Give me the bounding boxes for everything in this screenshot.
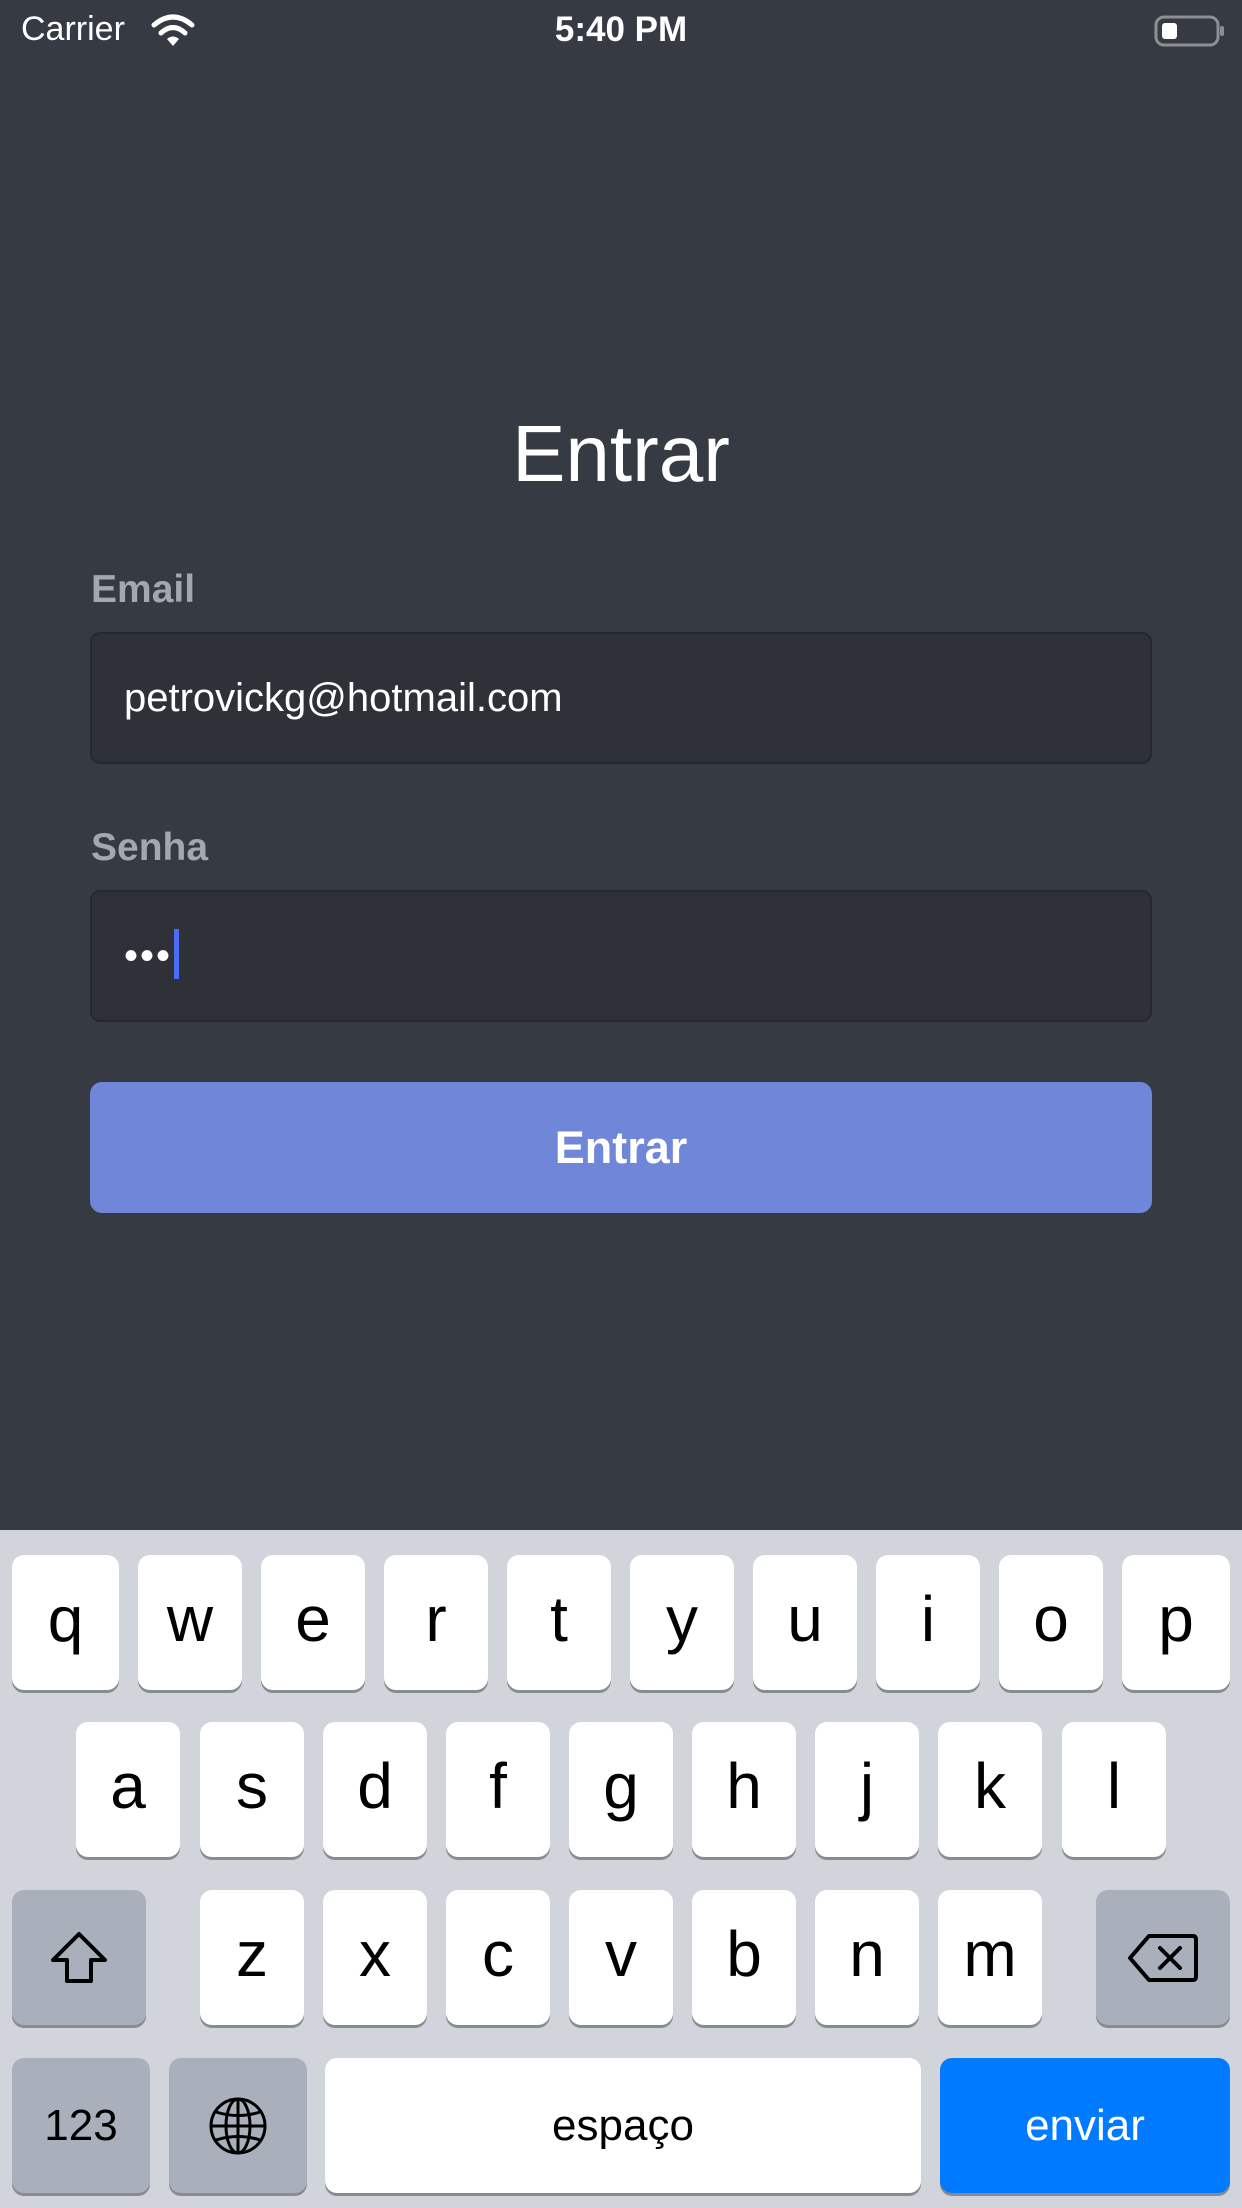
shift-icon: [51, 1931, 107, 1983]
keyboard: q w e r t y u i o p a s d f g h j k l z …: [0, 1530, 1242, 2208]
login-screen: Carrier 5:40 PM Entrar Email petrovickg@…: [0, 0, 1242, 2208]
key-r[interactable]: r: [384, 1555, 488, 1690]
key-x[interactable]: x: [323, 1890, 427, 2025]
email-field[interactable]: petrovickg@hotmail.com: [90, 632, 1152, 764]
shift-key[interactable]: [12, 1890, 146, 2025]
key-t[interactable]: t: [507, 1555, 611, 1690]
key-z[interactable]: z: [200, 1890, 304, 2025]
key-c[interactable]: c: [446, 1890, 550, 2025]
key-g[interactable]: g: [569, 1722, 673, 1857]
key-b[interactable]: b: [692, 1890, 796, 2025]
password-value: •••: [124, 934, 173, 978]
globe-icon: [209, 2097, 267, 2154]
key-v[interactable]: v: [569, 1890, 673, 2025]
key-p[interactable]: p: [1122, 1555, 1230, 1690]
key-n[interactable]: n: [815, 1890, 919, 2025]
text-caret: [174, 929, 180, 980]
numbers-key[interactable]: 123: [12, 2058, 150, 2193]
login-button[interactable]: Entrar: [90, 1082, 1152, 1213]
key-j[interactable]: j: [815, 1722, 919, 1857]
key-f[interactable]: f: [446, 1722, 550, 1857]
key-m[interactable]: m: [938, 1890, 1042, 2025]
clock: 5:40 PM: [554, 10, 688, 49]
status-bar: Carrier 5:40 PM: [0, 0, 1242, 62]
key-a[interactable]: a: [76, 1722, 180, 1857]
key-e[interactable]: e: [261, 1555, 365, 1690]
globe-key[interactable]: [169, 2058, 307, 2193]
key-h[interactable]: h: [692, 1722, 796, 1857]
key-u[interactable]: u: [753, 1555, 857, 1690]
key-y[interactable]: y: [630, 1555, 734, 1690]
space-key[interactable]: espaço: [325, 2058, 921, 2193]
email-label: Email: [91, 568, 196, 611]
password-label: Senha: [91, 826, 209, 869]
page-title: Entrar: [512, 409, 730, 498]
key-s[interactable]: s: [200, 1722, 304, 1857]
key-q[interactable]: q: [12, 1555, 119, 1690]
backspace-icon: [1128, 1933, 1198, 1982]
key-d[interactable]: d: [323, 1722, 427, 1857]
key-k[interactable]: k: [938, 1722, 1042, 1857]
email-value: petrovickg@hotmail.com: [124, 676, 563, 720]
return-key[interactable]: enviar: [940, 2058, 1230, 2193]
key-l[interactable]: l: [1062, 1722, 1166, 1857]
battery-icon: [1154, 15, 1224, 47]
key-i[interactable]: i: [876, 1555, 980, 1690]
backspace-key[interactable]: [1096, 1890, 1230, 2025]
key-o[interactable]: o: [999, 1555, 1103, 1690]
key-w[interactable]: w: [138, 1555, 242, 1690]
password-field[interactable]: •••: [90, 890, 1152, 1022]
